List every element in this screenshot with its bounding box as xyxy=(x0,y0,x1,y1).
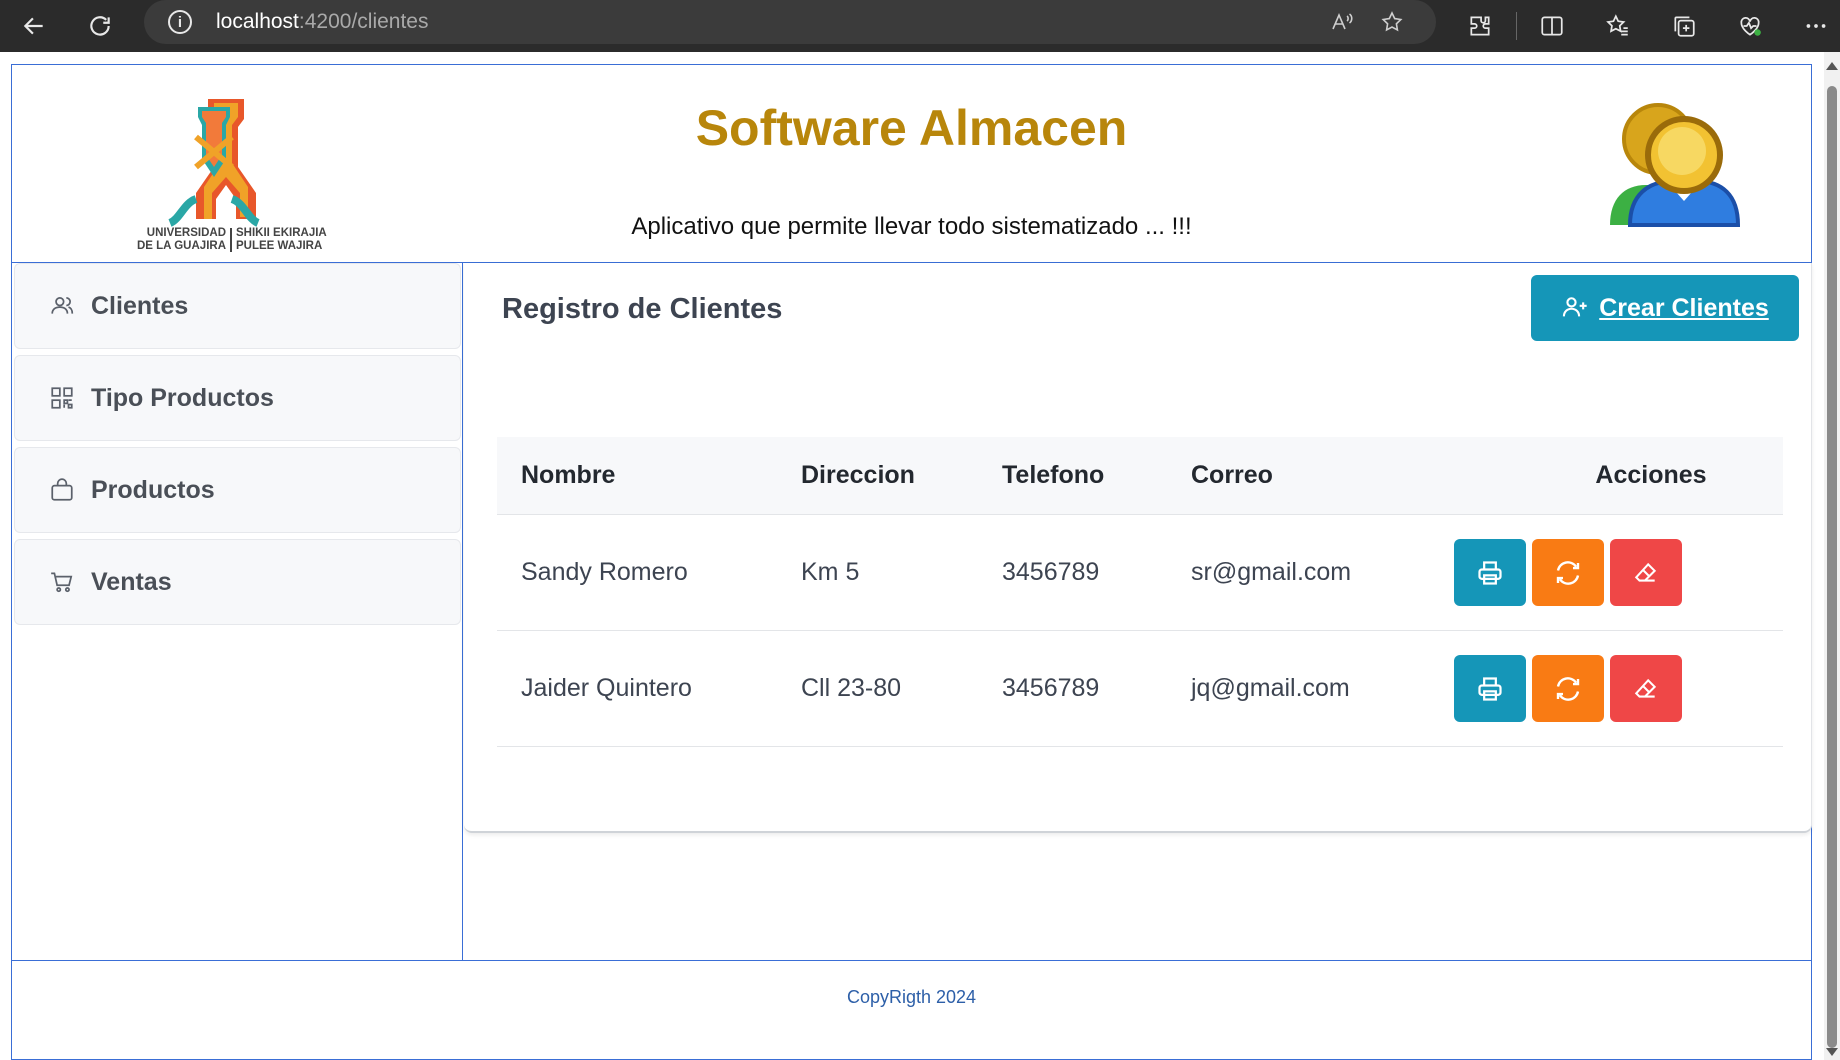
app-frame: UNIVERSIDAD DE LA GUAJIRA SHIKII EKIRAJI… xyxy=(11,64,1812,1060)
sidebar-item-ventas[interactable]: Ventas xyxy=(14,539,461,625)
user-avatar-icon[interactable] xyxy=(1602,97,1742,237)
delete-button[interactable] xyxy=(1610,655,1682,722)
update-button[interactable] xyxy=(1532,539,1604,606)
address-bar[interactable]: i localhost:4200/clientes xyxy=(144,0,1436,44)
app-title: Software Almacen xyxy=(695,100,1128,156)
eraser-icon xyxy=(1634,678,1657,698)
read-aloud-icon[interactable] xyxy=(1326,6,1358,38)
scroll-up-icon[interactable] xyxy=(1826,62,1838,70)
app-footer: CopyRigth 2024 xyxy=(12,960,1811,1060)
sidebar-item-tipo-productos[interactable]: Tipo Productos xyxy=(14,355,461,441)
scroll-down-icon[interactable] xyxy=(1826,1048,1838,1056)
sidebar-item-label: Clientes xyxy=(91,291,189,320)
clients-card: Registro de Clientes Crear Clientes Nomb… xyxy=(464,263,1812,833)
logo-text-right-2: PULEE WAJIRA xyxy=(236,240,323,252)
printer-icon xyxy=(1478,560,1502,585)
row-actions xyxy=(1454,539,1682,606)
extensions-icon[interactable] xyxy=(1460,6,1500,46)
sidebar-item-clientes[interactable]: Clientes xyxy=(14,263,461,349)
browser-essentials-icon[interactable] xyxy=(1730,6,1770,46)
delete-button[interactable] xyxy=(1610,539,1682,606)
header-telefono: Telefono xyxy=(1002,461,1105,489)
cell-direccion: Km 5 xyxy=(801,558,860,586)
back-icon[interactable] xyxy=(14,6,54,46)
cell-telefono: 3456789 xyxy=(1002,558,1100,586)
logo-text-left-2: DE LA GUAJIRA xyxy=(136,240,226,252)
cart-icon xyxy=(47,567,77,597)
page-title: Registro de Clientes xyxy=(502,293,783,325)
shopping-bag-icon xyxy=(47,475,77,505)
users-icon xyxy=(47,291,77,321)
url-path: :4200/clientes xyxy=(298,10,429,33)
cell-telefono: 3456789 xyxy=(1002,674,1100,702)
cell-direccion: Cll 23-80 xyxy=(801,674,902,702)
refresh-icon[interactable] xyxy=(80,6,120,46)
info-icon[interactable]: i xyxy=(168,10,192,34)
scrollbar-thumb[interactable] xyxy=(1827,86,1837,1048)
url-host: localhost xyxy=(216,10,299,33)
cell-correo: sr@gmail.com xyxy=(1191,558,1352,586)
sidebar-item-productos[interactable]: Productos xyxy=(14,447,461,533)
clients-table: Nombre Direccion Telefono Correo Accione… xyxy=(497,437,1783,747)
header-correo: Correo xyxy=(1191,461,1273,489)
cell-correo: jq@gmail.com xyxy=(1191,674,1350,702)
create-client-button[interactable]: Crear Clientes xyxy=(1531,275,1799,341)
qr-grid-icon xyxy=(47,383,77,413)
eraser-icon xyxy=(1634,562,1657,582)
refresh-icon xyxy=(1556,560,1580,585)
sidebar-item-label: Ventas xyxy=(91,567,172,596)
printer-icon xyxy=(1478,676,1502,701)
collections-icon[interactable] xyxy=(1664,6,1704,46)
row-actions xyxy=(1454,655,1682,722)
toolbar-separator xyxy=(1516,12,1517,40)
sidebar-item-label: Productos xyxy=(91,475,215,504)
app-header: UNIVERSIDAD DE LA GUAJIRA SHIKII EKIRAJI… xyxy=(12,65,1811,263)
sidebar-item-label: Tipo Productos xyxy=(91,383,274,412)
print-button[interactable] xyxy=(1454,539,1526,606)
table-header: Nombre Direccion Telefono Correo Accione… xyxy=(497,437,1783,515)
update-button[interactable] xyxy=(1532,655,1604,722)
favorites-icon[interactable] xyxy=(1598,6,1638,46)
table-row: Jaider Quintero Cll 23-80 3456789 jq@gma… xyxy=(497,631,1783,747)
app-subtitle: Aplicativo que permite llevar todo siste… xyxy=(631,213,1192,240)
sidebar: Clientes Tipo Productos Productos Ventas xyxy=(12,263,463,960)
add-user-icon xyxy=(1561,293,1591,323)
header-nombre: Nombre xyxy=(521,461,616,489)
copyright-text: CopyRigth 2024 xyxy=(846,987,977,1007)
browser-toolbar: i localhost:4200/clientes xyxy=(0,0,1840,52)
page-viewport: UNIVERSIDAD DE LA GUAJIRA SHIKII EKIRAJI… xyxy=(0,52,1840,1060)
table-row: Sandy Romero Km 5 3456789 sr@gmail.com xyxy=(497,515,1783,631)
header-direccion: Direccion xyxy=(801,461,915,489)
split-screen-icon[interactable] xyxy=(1532,6,1572,46)
header-acciones: Acciones xyxy=(1595,461,1707,489)
create-client-label: Crear Clientes xyxy=(1599,293,1769,322)
print-button[interactable] xyxy=(1454,655,1526,722)
refresh-icon xyxy=(1556,676,1580,701)
page-scrollbar[interactable] xyxy=(1824,52,1840,1060)
cell-nombre: Sandy Romero xyxy=(521,558,688,586)
cell-nombre: Jaider Quintero xyxy=(521,674,692,702)
more-icon[interactable] xyxy=(1796,6,1836,46)
favorite-star-icon[interactable] xyxy=(1376,6,1408,38)
